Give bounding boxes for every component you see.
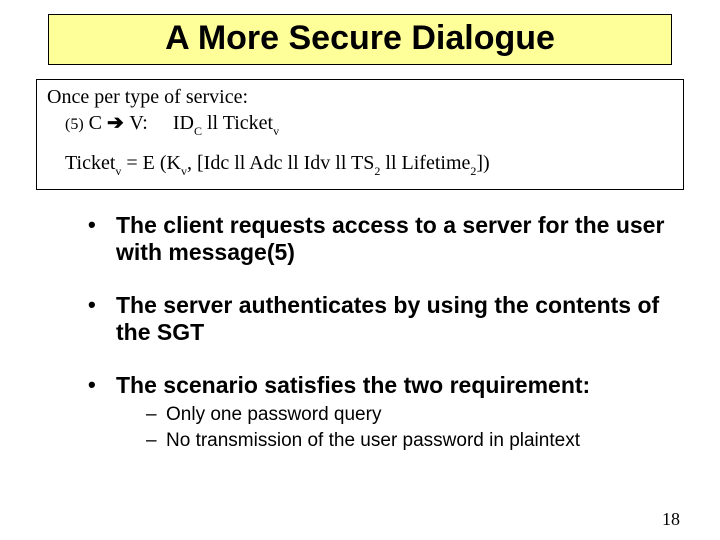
payload-sub2: v bbox=[273, 124, 279, 138]
ticket-definition: Ticketv = E (Kv, [Idc ll Adc ll Idv ll T… bbox=[47, 150, 673, 179]
step-number: (5) bbox=[65, 116, 84, 133]
slide-title: A More Secure Dialogue bbox=[48, 14, 672, 65]
ticket-k-sub: v bbox=[181, 164, 187, 178]
sub-bullet-item: No transmission of the user password in … bbox=[146, 429, 692, 453]
ticket-eq: = E (K bbox=[121, 152, 181, 174]
arrow-icon: ➔ bbox=[107, 112, 129, 134]
sub-bullet-list: Only one password query No transmission … bbox=[116, 399, 692, 453]
ticket-mid: , [Idc ll Adc ll Idv ll TS bbox=[187, 152, 374, 174]
step-to: V: bbox=[129, 112, 148, 134]
bullet-list: The client requests access to a server f… bbox=[28, 212, 692, 453]
page-number: 18 bbox=[662, 509, 680, 530]
bullet-item: The scenario satisfies the two requireme… bbox=[88, 372, 692, 453]
protocol-intro: Once per type of service: bbox=[47, 84, 673, 110]
ticket-lhs: Ticket bbox=[65, 152, 115, 174]
ticket-ts-sub: 2 bbox=[374, 164, 380, 178]
payload-sub: C bbox=[194, 124, 202, 138]
payload-pre: ID bbox=[173, 112, 194, 134]
sub-bullet-text: Only one password query bbox=[166, 404, 381, 425]
sub-bullet-text: No transmission of the user password in … bbox=[166, 430, 580, 451]
ticket-mid2: ll Lifetime bbox=[380, 152, 470, 174]
bullet-item: The server authenticates by using the co… bbox=[88, 292, 692, 346]
bullet-text: The client requests access to a server f… bbox=[116, 212, 664, 265]
ticket-lt-sub: 2 bbox=[470, 164, 476, 178]
bullet-item: The client requests access to a server f… bbox=[88, 212, 692, 266]
protocol-step-line: (5) C ➔ V: IDC ll Ticketv bbox=[47, 110, 673, 139]
slide: A More Secure Dialogue Once per type of … bbox=[0, 0, 720, 540]
ticket-end: ]) bbox=[476, 152, 489, 174]
sub-bullet-item: Only one password query bbox=[146, 403, 692, 427]
ticket-sub: v bbox=[115, 164, 121, 178]
bullet-text: The scenario satisfies the two requireme… bbox=[116, 372, 590, 398]
bullet-text: The server authenticates by using the co… bbox=[116, 292, 659, 345]
payload-post: ll Ticket bbox=[202, 112, 273, 134]
protocol-box: Once per type of service: (5) C ➔ V: IDC… bbox=[36, 79, 684, 190]
step-from: C bbox=[89, 112, 102, 134]
